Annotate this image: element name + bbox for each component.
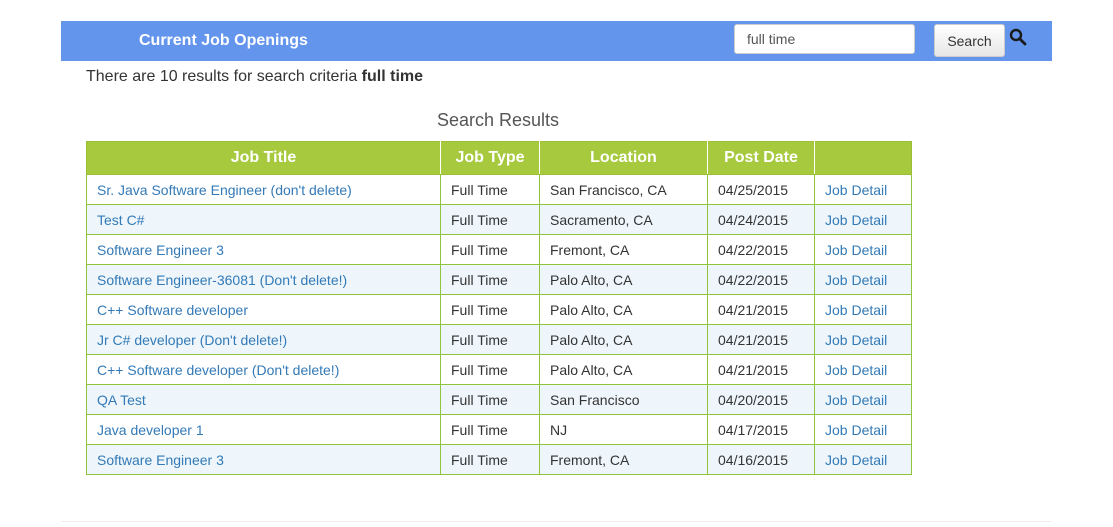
- job-type-cell: Full Time: [440, 354, 540, 385]
- job-type-cell: Full Time: [440, 264, 540, 295]
- job-results-table: Job Title Job Type Location Post Date Sr…: [86, 141, 912, 475]
- job-detail-link[interactable]: Job Detail: [814, 174, 912, 205]
- job-title-link[interactable]: Test C#: [86, 204, 441, 235]
- table-row: Software Engineer 3 Full Time Fremont, CA 0…: [86, 444, 912, 475]
- job-title-link[interactable]: QA Test: [86, 384, 441, 415]
- job-title-link[interactable]: C++ Software developer (Don't delete!): [86, 354, 441, 385]
- table-row: C++ Software developer (Don't delete!) Fu…: [86, 354, 912, 385]
- job-type-cell: Full Time: [440, 294, 540, 325]
- job-detail-link[interactable]: Job Detail: [814, 444, 912, 475]
- top-navbar: Current Job Openings Search: [61, 21, 1052, 61]
- location-cell: San Francisco: [539, 384, 708, 415]
- location-cell: Sacramento, CA: [539, 204, 708, 235]
- table-row: Sr. Java Software Engineer (don't delete…: [86, 174, 912, 205]
- search-button[interactable]: Search: [934, 24, 1005, 57]
- job-type-cell: Full Time: [440, 384, 540, 415]
- post-date-cell: 04/20/2015: [707, 384, 815, 415]
- results-summary: There are 10 results for search criteria…: [86, 67, 423, 87]
- job-detail-link[interactable]: Job Detail: [814, 324, 912, 355]
- search-results-heading: Search Results: [436, 110, 560, 130]
- table-row: Software Engineer-36081 (Don't delete!) F…: [86, 264, 912, 295]
- location-cell: Palo Alto, CA: [539, 264, 708, 295]
- location-cell: Fremont, CA: [539, 444, 708, 475]
- search-icon[interactable]: [1009, 28, 1027, 46]
- post-date-cell: 04/25/2015: [707, 174, 815, 205]
- job-detail-link[interactable]: Job Detail: [814, 384, 912, 415]
- job-type-cell: Full Time: [440, 444, 540, 475]
- post-date-cell: 04/16/2015: [707, 444, 815, 475]
- job-detail-link[interactable]: Job Detail: [814, 204, 912, 235]
- column-header-post-date: Post Date: [707, 141, 815, 175]
- page: Current Job Openings Search There are 10…: [0, 0, 1113, 527]
- job-type-cell: Full Time: [440, 204, 540, 235]
- table-row: Java developer 1 Full Time NJ 04/17/2015 Job…: [86, 414, 912, 445]
- job-title-link[interactable]: Sr. Java Software Engineer (don't delete…: [86, 174, 441, 205]
- post-date-cell: 04/21/2015: [707, 354, 815, 385]
- table-row: QA Test Full Time San Francisco 04/20/2015 J…: [86, 384, 912, 415]
- job-type-cell: Full Time: [440, 234, 540, 265]
- location-cell: San Francisco, CA: [539, 174, 708, 205]
- table-row: Jr C# developer (Don't delete!) Full Time…: [86, 324, 912, 355]
- table-row: Test C# Full Time Sacramento, CA 04/24/2015…: [86, 204, 912, 235]
- job-type-cell: Full Time: [440, 414, 540, 445]
- job-title-link[interactable]: Software Engineer 3: [86, 444, 441, 475]
- job-title-link[interactable]: Software Engineer-36081 (Don't delete!): [86, 264, 441, 295]
- table-row: C++ Software developer Full Time Palo Alto…: [86, 294, 912, 325]
- job-detail-link[interactable]: Job Detail: [814, 354, 912, 385]
- table-row: Software Engineer 3 Full Time Fremont, CA 0…: [86, 234, 912, 265]
- job-detail-link[interactable]: Job Detail: [814, 264, 912, 295]
- column-header-job-title: Job Title: [86, 141, 441, 175]
- search-input[interactable]: [734, 24, 915, 54]
- site-title[interactable]: Current Job Openings: [139, 31, 308, 51]
- job-title-link[interactable]: C++ Software developer: [86, 294, 441, 325]
- footer-divider: [61, 521, 1052, 522]
- post-date-cell: 04/24/2015: [707, 204, 815, 235]
- job-title-link[interactable]: Jr C# developer (Don't delete!): [86, 324, 441, 355]
- location-cell: Palo Alto, CA: [539, 294, 708, 325]
- column-header-location: Location: [539, 141, 708, 175]
- job-type-cell: Full Time: [440, 174, 540, 205]
- job-detail-link[interactable]: Job Detail: [814, 234, 912, 265]
- job-detail-link[interactable]: Job Detail: [814, 294, 912, 325]
- table-body: Sr. Java Software Engineer (don't delete…: [86, 174, 912, 475]
- post-date-cell: 04/17/2015: [707, 414, 815, 445]
- job-title-link[interactable]: Java developer 1: [86, 414, 441, 445]
- column-header-actions: [814, 141, 912, 175]
- post-date-cell: 04/21/2015: [707, 324, 815, 355]
- table-header-row: Job Title Job Type Location Post Date: [86, 141, 912, 175]
- location-cell: Palo Alto, CA: [539, 354, 708, 385]
- post-date-cell: 04/21/2015: [707, 294, 815, 325]
- job-detail-link[interactable]: Job Detail: [814, 414, 912, 445]
- job-type-cell: Full Time: [440, 324, 540, 355]
- job-title-link[interactable]: Software Engineer 3: [86, 234, 441, 265]
- location-cell: Palo Alto, CA: [539, 324, 708, 355]
- results-summary-text: There are 10 results for search criteria: [86, 68, 358, 85]
- column-header-job-type: Job Type: [440, 141, 540, 175]
- search-criteria: full time: [361, 68, 424, 85]
- location-cell: NJ: [539, 414, 708, 445]
- post-date-cell: 04/22/2015: [707, 264, 815, 295]
- post-date-cell: 04/22/2015: [707, 234, 815, 265]
- location-cell: Fremont, CA: [539, 234, 708, 265]
